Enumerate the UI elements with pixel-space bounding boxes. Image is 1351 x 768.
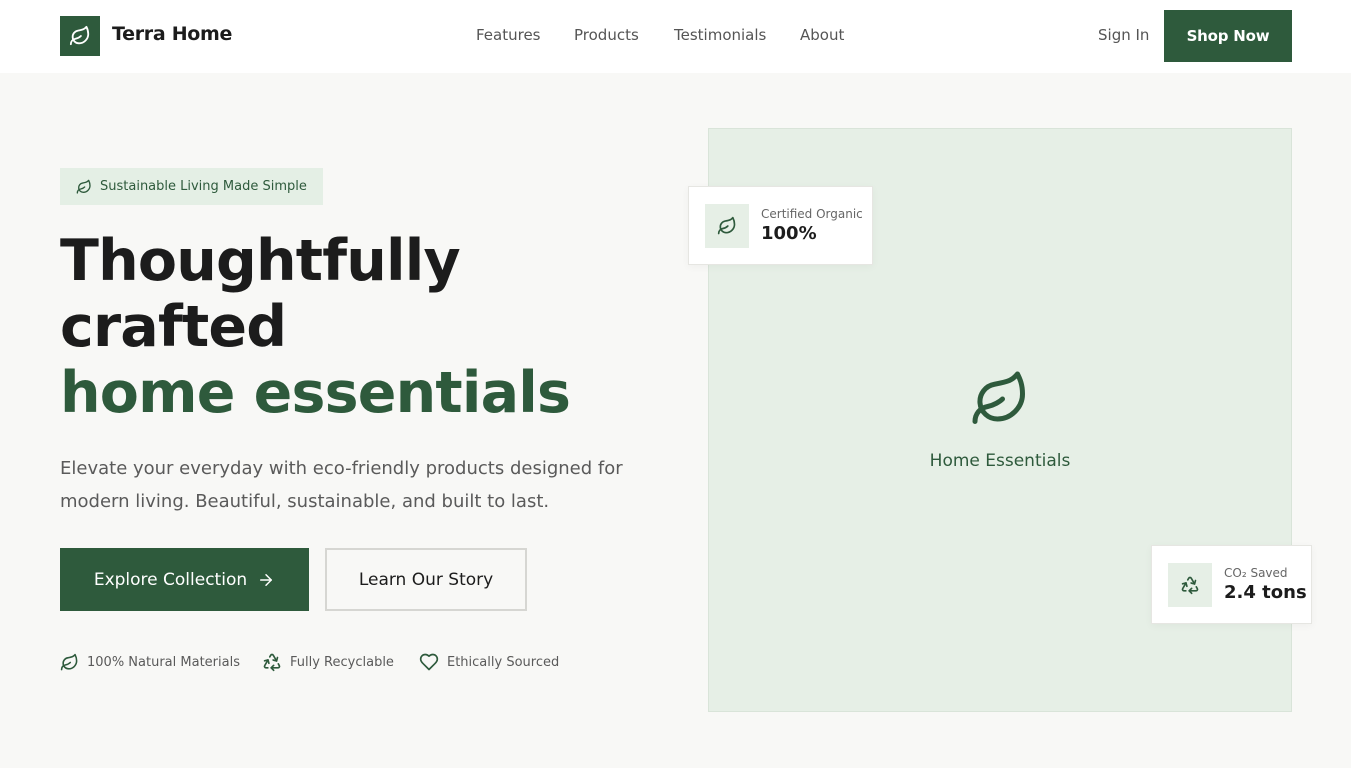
recycle-icon <box>1181 576 1199 594</box>
feature-label: Ethically Sourced <box>447 654 560 670</box>
headline-line-1: Thoughtfully <box>60 228 461 294</box>
headline-line-3: home essentials <box>60 360 571 426</box>
nav-link-products[interactable]: Products <box>574 26 639 46</box>
showcase-title: Home Essentials <box>929 451 1071 471</box>
badge-text: CO₂ Saved 2.4 tons <box>1224 566 1307 603</box>
nav-link-features[interactable]: Features <box>476 26 541 46</box>
heart-icon <box>419 653 439 671</box>
badge-label: CO₂ Saved <box>1224 566 1288 580</box>
badge-icon-box <box>705 203 749 248</box>
tagline-text: Sustainable Living Made Simple <box>100 179 307 194</box>
site-header: Terra Home Features Products Testimonial… <box>0 0 1351 73</box>
co2-saved-badge: CO₂ Saved 2.4 tons <box>1151 545 1312 624</box>
explore-collection-label: Explore Collection <box>93 569 248 590</box>
nav-link-about[interactable]: About <box>800 26 844 46</box>
hero-headline: Thoughtfully crafted home essentials <box>60 228 571 426</box>
feature-label: 100% Natural Materials <box>87 654 240 670</box>
logo[interactable] <box>60 16 100 56</box>
brand-name[interactable]: Terra Home <box>112 23 232 45</box>
learn-our-story-button[interactable]: Learn Our Story <box>325 548 527 611</box>
certified-organic-badge: Certified Organic 100% <box>688 186 873 265</box>
headline-line-2: crafted <box>60 294 287 360</box>
arrow-right-icon <box>260 573 273 586</box>
leaf-icon <box>60 653 78 670</box>
tagline-badge: Sustainable Living Made Simple <box>60 168 323 205</box>
leaf-icon <box>76 179 91 194</box>
recycle-icon <box>263 653 281 672</box>
hero-subtext: Elevate your everyday with eco-friendly … <box>60 458 623 512</box>
badge-label: Certified Organic <box>761 207 863 221</box>
nav-link-testimonials[interactable]: Testimonials <box>674 26 766 46</box>
sign-in-link[interactable]: Sign In <box>1098 26 1149 44</box>
feature-label: Fully Recyclable <box>290 654 394 670</box>
showcase-content: Home Essentials <box>709 369 1291 471</box>
leaf-icon <box>972 371 1025 424</box>
badge-icon-box <box>1168 562 1212 607</box>
leaf-icon <box>717 216 736 234</box>
feature-recyclable: Fully Recyclable <box>262 652 394 672</box>
feature-ethically-sourced: Ethically Sourced <box>419 652 559 672</box>
explore-collection-button[interactable]: Explore Collection <box>60 548 309 611</box>
shop-now-button[interactable]: Shop Now <box>1164 10 1292 62</box>
leaf-icon <box>69 25 90 46</box>
badge-value: 2.4 tons <box>1224 582 1307 603</box>
badge-text: Certified Organic 100% <box>761 207 863 244</box>
feature-natural-materials: 100% Natural Materials <box>60 652 240 672</box>
badge-value: 100% <box>761 223 817 244</box>
